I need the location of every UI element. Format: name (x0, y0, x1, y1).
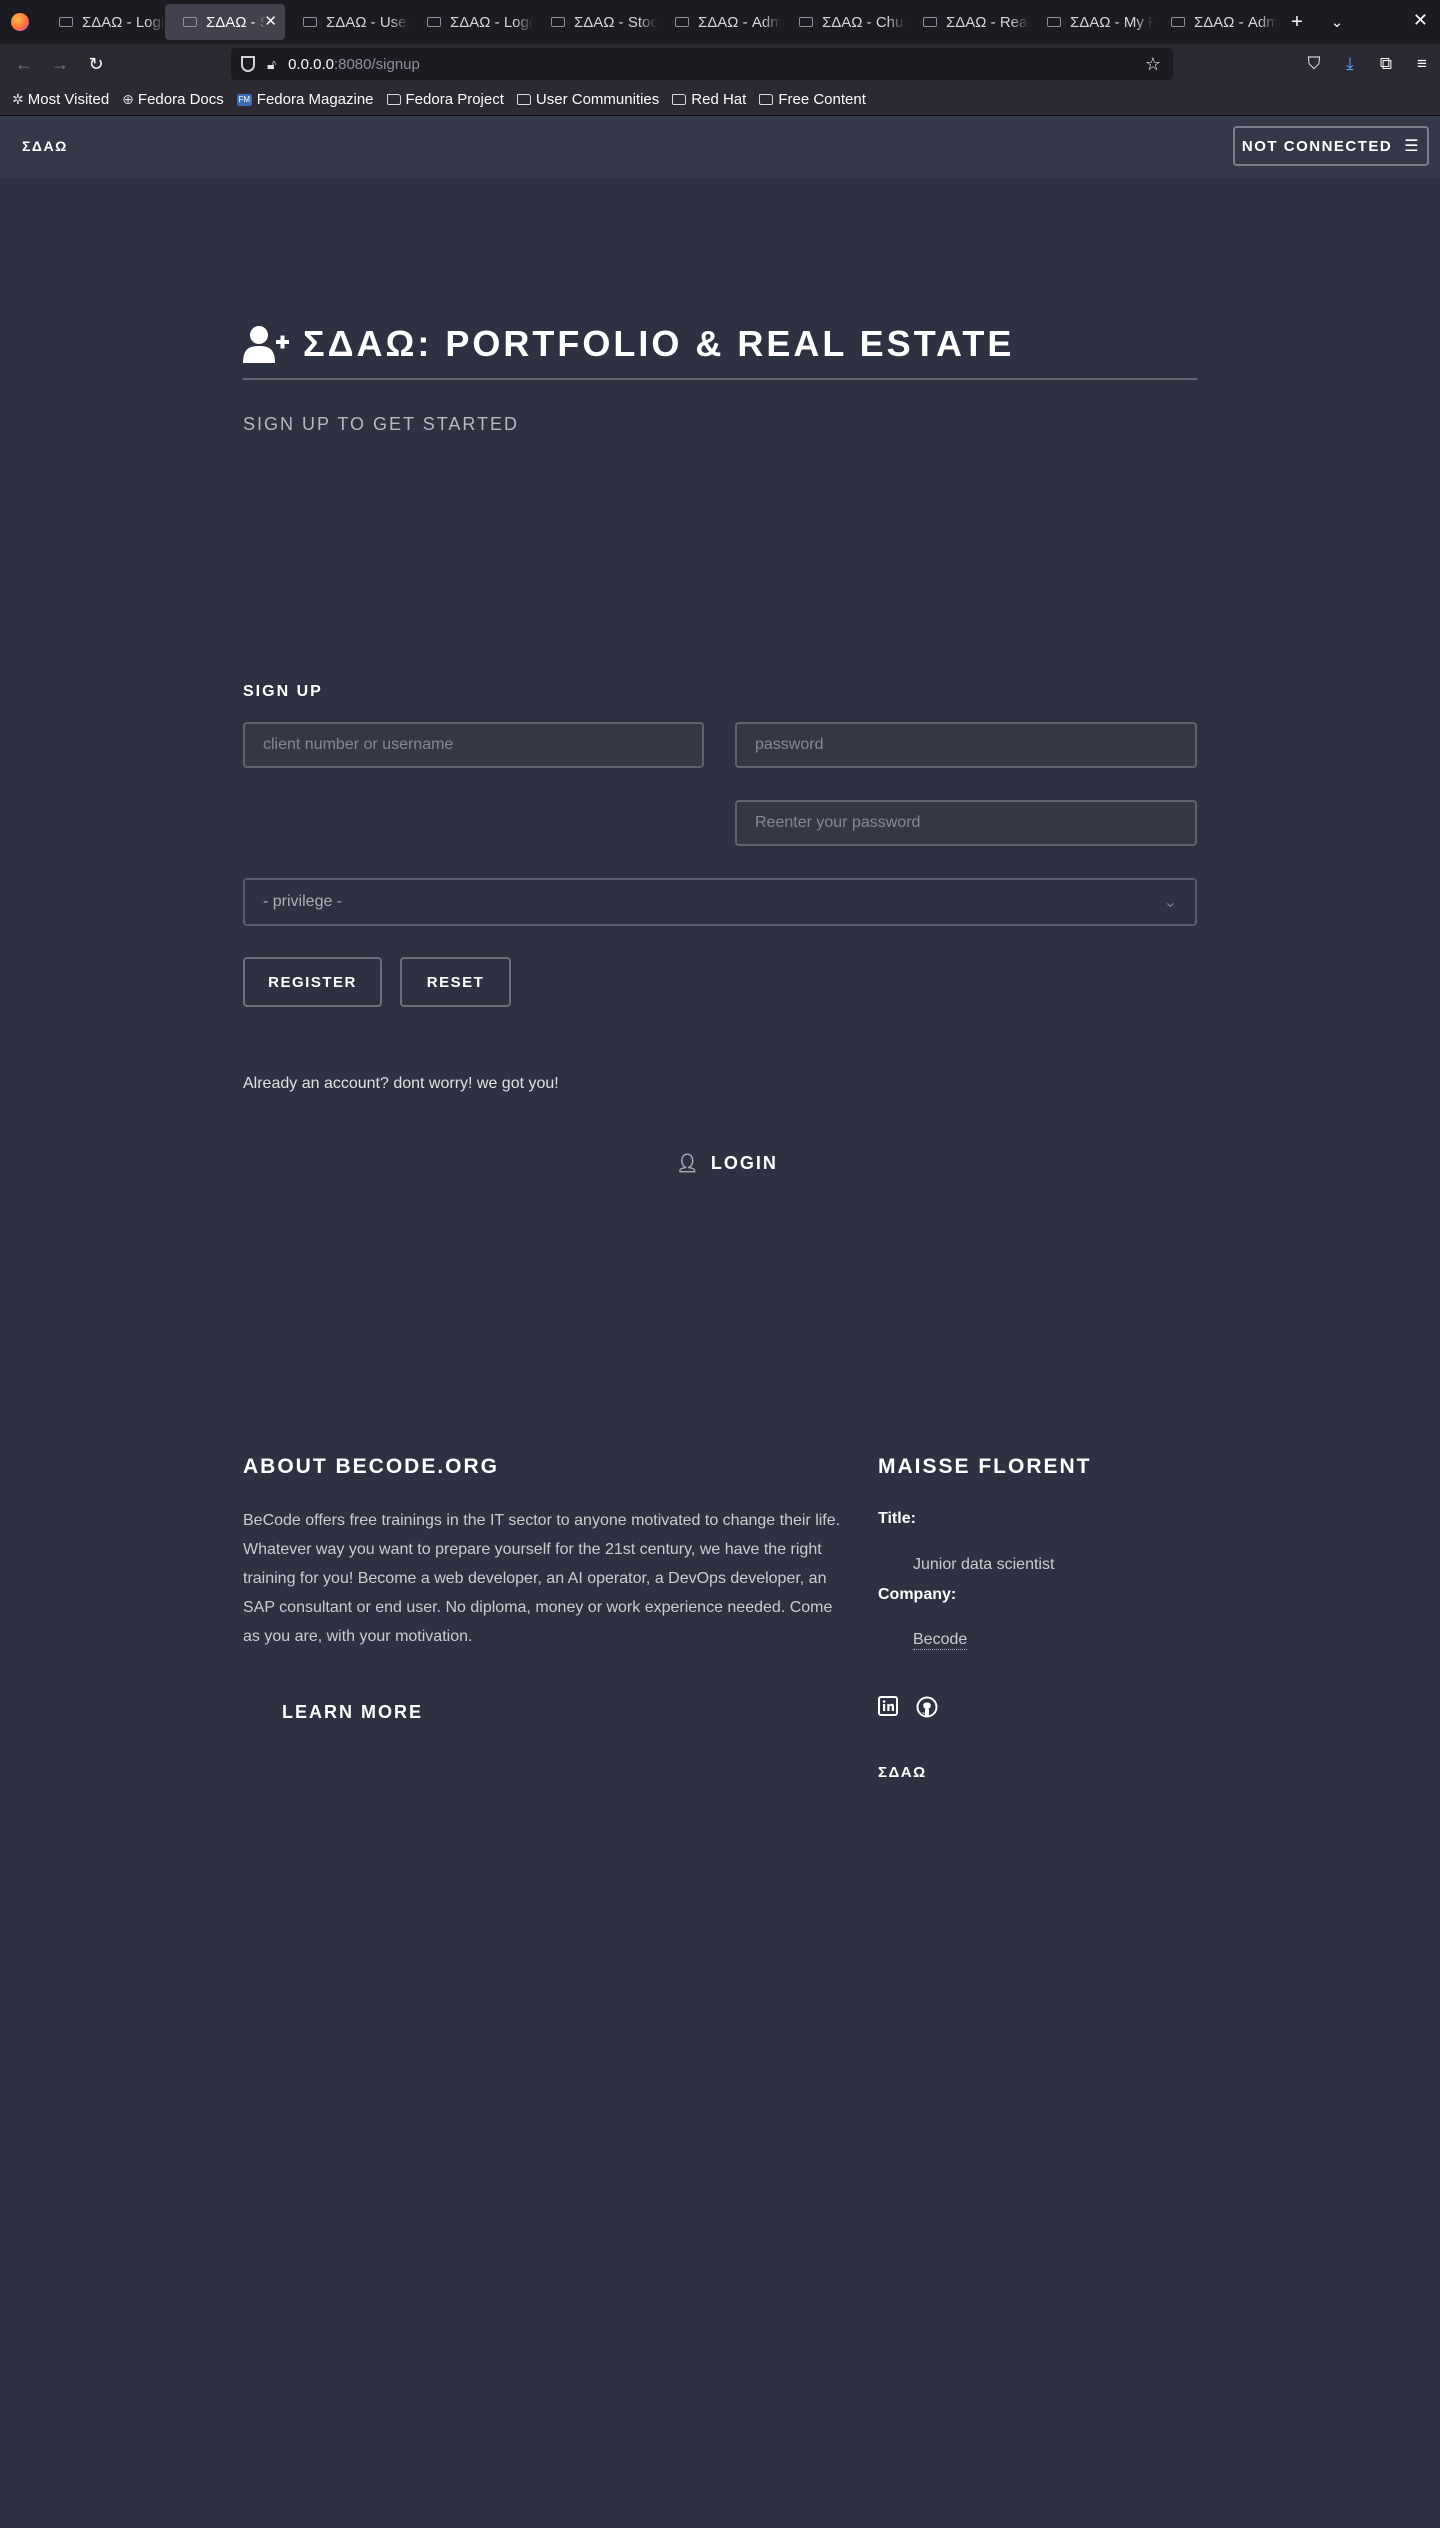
learn-more-link[interactable]: LEARN MORE (282, 1702, 423, 1723)
chevron-down-icon: ⌄ (1163, 894, 1177, 911)
tab-favicon-icon (1047, 17, 1061, 27)
bookmark-star-icon[interactable]: ☆ (1145, 54, 1161, 75)
app-menu-icon[interactable]: ≡ (1404, 54, 1440, 74)
globe-icon: ⊕ (122, 91, 134, 107)
password-input[interactable] (735, 722, 1197, 768)
linkedin-icon[interactable] (878, 1696, 898, 1723)
login-prompt-text: Already an account? dont worry! we got y… (243, 1075, 559, 1092)
company-label: Company: (878, 1586, 957, 1603)
url-bar[interactable]: 🔓︎ 0.0.0.0:8080/signup ☆ (231, 48, 1173, 80)
site-brand-link[interactable]: ΣΔΑΩ (22, 138, 68, 154)
folder-icon (759, 94, 774, 105)
tab-favicon-icon (799, 17, 813, 27)
site-header: ΣΔΑΩ NOT CONNECTED ☰ (0, 116, 1440, 178)
reload-icon[interactable]: ↻ (78, 54, 114, 75)
reset-button[interactable]: RESET (400, 957, 511, 1007)
extensions-icon[interactable]: ⧉ (1368, 54, 1404, 74)
browser-tab-active[interactable]: ΣΔΑΩ - Sign up✕ (165, 4, 285, 40)
user-icon: 👤︎ (676, 1153, 701, 1173)
bookmark-fedora-docs[interactable]: ⊕ Fedora Docs (122, 91, 224, 108)
bookmark-fedora-magazine[interactable]: FM Fedora Magazine (236, 91, 374, 108)
contact-heading: MAISSE FLORENT (878, 1455, 1092, 1478)
browser-tab[interactable]: ΣΔΑΩ - Real estate (905, 4, 1029, 40)
title-value: Junior data scientist (913, 1556, 1055, 1573)
about-text: BeCode offers free trainings in the IT s… (243, 1512, 841, 1645)
browser-tab[interactable]: ΣΔΑΩ - My P (1029, 4, 1153, 40)
tab-favicon-icon (303, 17, 317, 27)
window-close-icon[interactable]: ✕ (1413, 10, 1428, 31)
browser-tab[interactable]: ΣΔΑΩ - Logout (409, 4, 533, 40)
privilege-select[interactable]: - privilege - ⌄ (243, 878, 1197, 926)
title-divider (243, 378, 1197, 380)
forward-arrow-icon[interactable]: → (42, 54, 78, 75)
folder-icon (672, 94, 687, 105)
url-text[interactable]: 0.0.0.0:8080/signup (288, 56, 420, 73)
tab-favicon-icon (675, 17, 689, 27)
bookmark-user-communities[interactable]: User Communities (516, 91, 659, 108)
bookmark-red-hat[interactable]: Red Hat (672, 91, 746, 108)
register-button[interactable]: REGISTER (243, 957, 382, 1007)
browser-tab[interactable]: ΣΔΑΩ - Users (285, 4, 409, 40)
tab-favicon-icon (923, 17, 937, 27)
company-link[interactable]: Becode (913, 1631, 968, 1650)
bookmark-fedora-project[interactable]: Fedora Project (386, 91, 504, 108)
tab-favicon-icon (59, 17, 73, 27)
reenter-password-input[interactable] (735, 800, 1197, 846)
toolbar-right: ⛉ ⤓ ⧉ ≡ (1296, 44, 1440, 84)
footer-brand: ΣΔΑΩ (878, 1764, 927, 1781)
insecure-lock-icon[interactable]: 🔓︎ (267, 56, 276, 73)
tab-favicon-icon (1171, 17, 1185, 27)
social-links (878, 1696, 956, 1723)
close-tab-icon[interactable]: ✕ (264, 12, 277, 30)
browser-tab[interactable]: ΣΔΑΩ - Stock (533, 4, 657, 40)
signup-heading: SIGN UP (243, 683, 323, 700)
browser-tab[interactable]: ΣΔΑΩ - Admin (1153, 4, 1277, 40)
browser-tab[interactable]: ΣΔΑΩ - Admin (657, 4, 781, 40)
gear-icon: ✲ (12, 91, 24, 107)
hamburger-icon: ☰ (1404, 138, 1421, 155)
bookmarks-toolbar: ✲ Most Visited ⊕ Fedora Docs FM Fedora Maga… (0, 84, 1440, 116)
page-subtitle: SIGN UP TO GET STARTED (243, 414, 520, 434)
folder-icon (386, 94, 401, 105)
folder-icon (516, 94, 531, 105)
new-tab-icon[interactable]: + (1277, 11, 1317, 34)
firefox-logo-icon (11, 13, 29, 31)
bookmark-most-visited[interactable]: ✲ Most Visited (12, 91, 109, 108)
username-input[interactable] (243, 722, 704, 768)
bookmark-free-content[interactable]: Free Content (759, 91, 866, 108)
browser-tab[interactable]: ΣΔΑΩ - Login (41, 4, 165, 40)
tab-favicon-icon (427, 17, 441, 27)
browser-nav-bar: ← → ↻ 🔓︎ 0.0.0.0:8080/signup ☆ ⛉ ⤓ ⧉ ≡ (0, 44, 1440, 84)
menu-button[interactable]: NOT CONNECTED ☰ (1233, 126, 1429, 166)
list-tabs-chevron-icon[interactable]: ⌄ (1317, 13, 1357, 31)
title-label: Title: (878, 1510, 916, 1527)
login-link[interactable]: 👤︎ LOGIN (676, 1153, 778, 1174)
downloads-icon[interactable]: ⤓ (1332, 54, 1368, 74)
tracking-shield-icon[interactable] (241, 56, 255, 72)
browser-tab-bar: ΣΔΑΩ - Login ΣΔΑΩ - Sign up✕ ΣΔΑΩ - User… (0, 0, 1440, 44)
about-heading: ABOUT BECODE.ORG (243, 1455, 500, 1478)
page-title: ΣΔΑΩ: PORTFOLIO & REAL ESTATE (243, 308, 1197, 380)
github-icon[interactable] (916, 1696, 938, 1723)
user-plus-icon (243, 326, 289, 363)
pocket-icon[interactable]: ⛉ (1296, 54, 1332, 74)
tab-favicon-icon (183, 17, 197, 27)
tab-favicon-icon (551, 17, 565, 27)
browser-tab[interactable]: ΣΔΑΩ - Churn (781, 4, 905, 40)
back-arrow-icon[interactable]: ← (6, 54, 42, 75)
fedora-magazine-icon: FM (236, 93, 252, 106)
